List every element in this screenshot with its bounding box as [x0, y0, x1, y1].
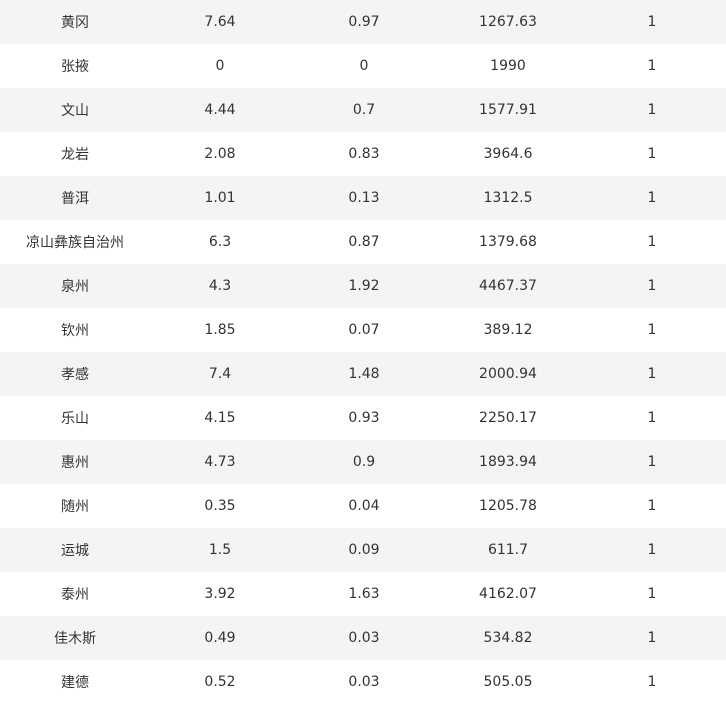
value-cell: 1.63: [290, 572, 438, 616]
value-cell: 0: [150, 44, 290, 88]
city-cell: 泉州: [0, 264, 150, 308]
value-cell: 0.07: [290, 308, 438, 352]
value-cell: 0.97: [290, 0, 438, 44]
value-cell: 7.64: [150, 0, 290, 44]
value-cell: 6.3: [150, 220, 290, 264]
city-cell: 普洱: [0, 176, 150, 220]
value-cell: 1: [578, 0, 726, 44]
value-cell: 1: [578, 616, 726, 660]
city-cell: 随州: [0, 484, 150, 528]
table-row: 乐山 4.15 0.93 2250.17 1: [0, 396, 726, 440]
city-cell: 建德: [0, 660, 150, 704]
data-table: 黄冈 7.64 0.97 1267.63 1 张掖 0 0 1990 1 文山 …: [0, 0, 726, 704]
value-cell: 0: [290, 44, 438, 88]
value-cell: 4162.07: [438, 572, 578, 616]
value-cell: 0.52: [150, 660, 290, 704]
table-row: 普洱 1.01 0.13 1312.5 1: [0, 176, 726, 220]
value-cell: 4.15: [150, 396, 290, 440]
table-row: 张掖 0 0 1990 1: [0, 44, 726, 88]
value-cell: 611.7: [438, 528, 578, 572]
value-cell: 4.73: [150, 440, 290, 484]
table-row: 佳木斯 0.49 0.03 534.82 1: [0, 616, 726, 660]
value-cell: 4.44: [150, 88, 290, 132]
value-cell: 1990: [438, 44, 578, 88]
table-row: 黄冈 7.64 0.97 1267.63 1: [0, 0, 726, 44]
value-cell: 0.87: [290, 220, 438, 264]
city-cell: 佳木斯: [0, 616, 150, 660]
value-cell: 1267.63: [438, 0, 578, 44]
city-cell: 惠州: [0, 440, 150, 484]
table-row: 惠州 4.73 0.9 1893.94 1: [0, 440, 726, 484]
value-cell: 7.4: [150, 352, 290, 396]
table-row: 建德 0.52 0.03 505.05 1: [0, 660, 726, 704]
value-cell: 1205.78: [438, 484, 578, 528]
value-cell: 0.9: [290, 440, 438, 484]
value-cell: 1379.68: [438, 220, 578, 264]
city-cell: 文山: [0, 88, 150, 132]
value-cell: 0.09: [290, 528, 438, 572]
value-cell: 1: [578, 264, 726, 308]
table-row: 文山 4.44 0.7 1577.91 1: [0, 88, 726, 132]
value-cell: 3.92: [150, 572, 290, 616]
value-cell: 0.13: [290, 176, 438, 220]
city-cell: 张掖: [0, 44, 150, 88]
city-cell: 孝感: [0, 352, 150, 396]
value-cell: 534.82: [438, 616, 578, 660]
value-cell: 389.12: [438, 308, 578, 352]
value-cell: 1: [578, 484, 726, 528]
table-row: 孝感 7.4 1.48 2000.94 1: [0, 352, 726, 396]
value-cell: 0.04: [290, 484, 438, 528]
value-cell: 0.93: [290, 396, 438, 440]
value-cell: 1: [578, 88, 726, 132]
value-cell: 0.49: [150, 616, 290, 660]
value-cell: 0.03: [290, 616, 438, 660]
value-cell: 4467.37: [438, 264, 578, 308]
value-cell: 1577.91: [438, 88, 578, 132]
value-cell: 1: [578, 528, 726, 572]
city-cell: 泰州: [0, 572, 150, 616]
value-cell: 1.85: [150, 308, 290, 352]
value-cell: 1.01: [150, 176, 290, 220]
table-body: 黄冈 7.64 0.97 1267.63 1 张掖 0 0 1990 1 文山 …: [0, 0, 726, 704]
table-row: 钦州 1.85 0.07 389.12 1: [0, 308, 726, 352]
value-cell: 1: [578, 660, 726, 704]
value-cell: 1: [578, 352, 726, 396]
value-cell: 0.03: [290, 660, 438, 704]
value-cell: 0.35: [150, 484, 290, 528]
value-cell: 1: [578, 220, 726, 264]
table-row: 泉州 4.3 1.92 4467.37 1: [0, 264, 726, 308]
value-cell: 1893.94: [438, 440, 578, 484]
value-cell: 505.05: [438, 660, 578, 704]
value-cell: 1: [578, 440, 726, 484]
table-row: 泰州 3.92 1.63 4162.07 1: [0, 572, 726, 616]
table-row: 运城 1.5 0.09 611.7 1: [0, 528, 726, 572]
value-cell: 1.92: [290, 264, 438, 308]
value-cell: 1: [578, 396, 726, 440]
value-cell: 1312.5: [438, 176, 578, 220]
value-cell: 2000.94: [438, 352, 578, 396]
value-cell: 1.5: [150, 528, 290, 572]
value-cell: 3964.6: [438, 132, 578, 176]
value-cell: 0.7: [290, 88, 438, 132]
city-cell: 龙岩: [0, 132, 150, 176]
value-cell: 1: [578, 308, 726, 352]
table-row: 龙岩 2.08 0.83 3964.6 1: [0, 132, 726, 176]
value-cell: 1: [578, 176, 726, 220]
city-cell: 黄冈: [0, 0, 150, 44]
value-cell: 1: [578, 572, 726, 616]
value-cell: 4.3: [150, 264, 290, 308]
value-cell: 0.83: [290, 132, 438, 176]
value-cell: 2250.17: [438, 396, 578, 440]
city-cell: 凉山彝族自治州: [0, 220, 150, 264]
value-cell: 1.48: [290, 352, 438, 396]
table-row: 凉山彝族自治州 6.3 0.87 1379.68 1: [0, 220, 726, 264]
city-cell: 乐山: [0, 396, 150, 440]
city-cell: 钦州: [0, 308, 150, 352]
value-cell: 1: [578, 132, 726, 176]
value-cell: 1: [578, 44, 726, 88]
city-cell: 运城: [0, 528, 150, 572]
table-row: 随州 0.35 0.04 1205.78 1: [0, 484, 726, 528]
value-cell: 2.08: [150, 132, 290, 176]
